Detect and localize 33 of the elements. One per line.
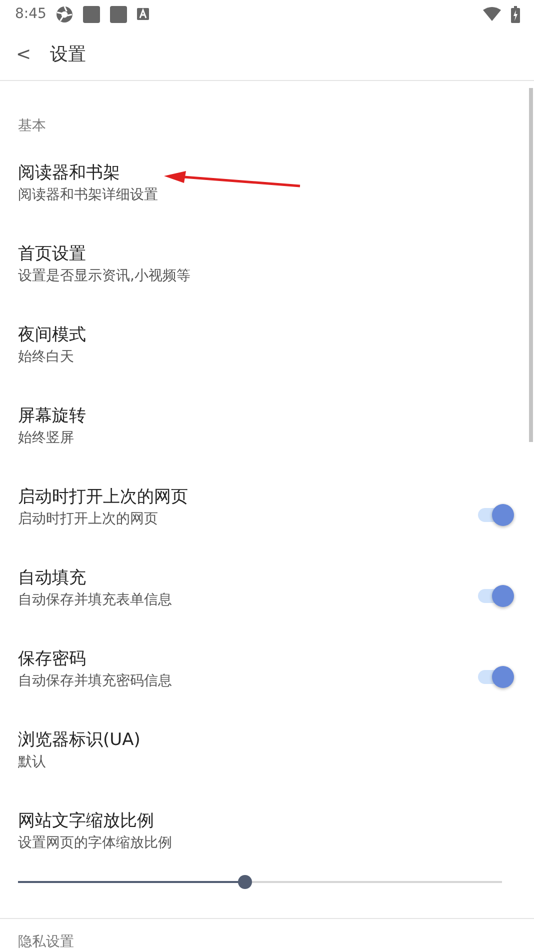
- setting-description: 设置是否显示资讯,小视频等: [18, 267, 190, 286]
- toggle-switch[interactable]: [478, 504, 514, 526]
- setting-title: 启动时打开上次的网页: [18, 486, 188, 509]
- setting-description: 默认: [18, 753, 46, 772]
- setting-title: 阅读器和书架: [18, 162, 120, 185]
- setting-description: 始终白天: [18, 348, 74, 367]
- setting-title: 首页设置: [18, 243, 86, 266]
- aperture-icon: [56, 6, 74, 22]
- setting-description: 设置网页的字体缩放比例: [18, 834, 172, 853]
- keyboard-icon: [137, 8, 150, 20]
- toggle-switch[interactable]: [478, 666, 514, 688]
- notification-icon: [83, 6, 100, 22]
- setting-description: 自动保存并填充表单信息: [18, 591, 172, 610]
- setting-description: 始终竖屏: [18, 429, 74, 448]
- setting-description: 启动时打开上次的网页: [18, 510, 158, 529]
- setting-title: 浏览器标识(UA): [18, 729, 140, 752]
- setting-title: 夜间模式: [18, 324, 86, 347]
- setting-description: 自动保存并填充密码信息: [18, 672, 172, 691]
- status-time: 8:45: [15, 6, 46, 22]
- setting-title: 屏幕旋转: [18, 405, 86, 428]
- section-label: 隐私设置: [18, 933, 74, 950]
- setting-title: 网站文字缩放比例: [18, 810, 154, 833]
- battery-icon: [511, 6, 520, 22]
- toggle-switch[interactable]: [478, 585, 514, 607]
- back-button[interactable]: <: [0, 44, 50, 64]
- setting-description: 阅读器和书架详细设置: [18, 186, 158, 205]
- notification-icon: [110, 6, 128, 22]
- page-title: 设置: [50, 43, 86, 66]
- setting-title: 保存密码: [18, 648, 86, 671]
- section-label: 基本: [17, 117, 47, 136]
- setting-title: 自动填充: [18, 567, 86, 590]
- wifi-icon: [483, 7, 501, 21]
- slider-thumb[interactable]: [238, 875, 252, 889]
